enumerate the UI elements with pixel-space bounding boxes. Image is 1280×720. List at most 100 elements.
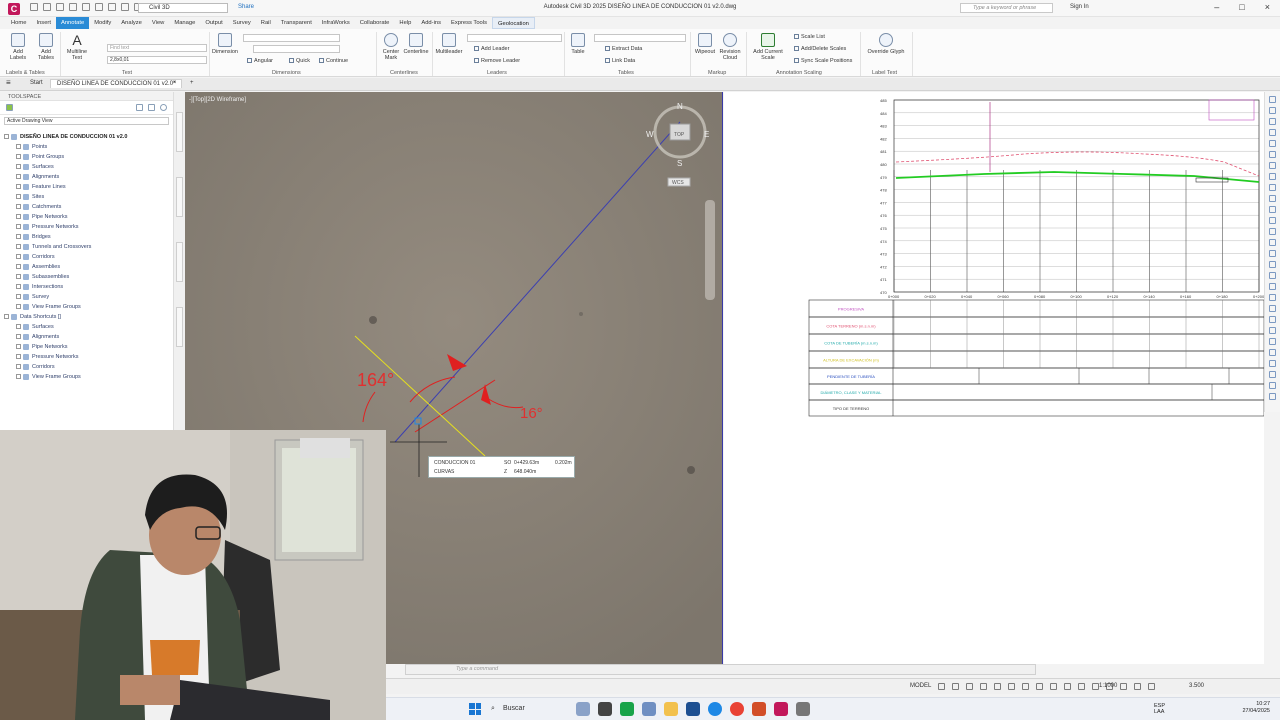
palette-tool-icon[interactable] xyxy=(1269,118,1276,125)
angular-button[interactable]: Angular xyxy=(247,58,273,64)
palette-tool-icon[interactable] xyxy=(1269,393,1276,400)
close-icon[interactable]: × xyxy=(1265,2,1270,12)
palette-tool-icon[interactable] xyxy=(1269,151,1276,158)
tab-transparent[interactable]: Transparent xyxy=(276,17,317,29)
file-explorer-icon[interactable] xyxy=(664,702,678,716)
media-icon[interactable] xyxy=(620,702,634,716)
expand-toggle-icon[interactable] xyxy=(16,364,21,370)
palette-tool-icon[interactable] xyxy=(1269,195,1276,202)
save-as-icon[interactable] xyxy=(69,3,77,11)
expand-toggle-icon[interactable] xyxy=(16,204,21,210)
command-line-input[interactable]: Type a command xyxy=(405,664,1036,675)
model-space-button[interactable]: MODEL xyxy=(910,683,931,689)
tree-root-drawing[interactable]: DISEÑO LINEA DE CONDUCCION 01 v2.0 xyxy=(4,132,172,142)
dimension-button[interactable]: Dimension xyxy=(210,33,240,55)
toolspace-item-icon[interactable] xyxy=(6,104,13,111)
palette-tool-icon[interactable] xyxy=(1269,272,1276,279)
side-tab-prospector[interactable] xyxy=(176,112,183,152)
selection-cycling-icon[interactable] xyxy=(1050,683,1057,690)
tab-start[interactable]: Start xyxy=(30,80,43,86)
expand-toggle-icon[interactable] xyxy=(16,174,21,180)
palette-tool-icon[interactable] xyxy=(1269,360,1276,367)
app-icon[interactable] xyxy=(686,702,700,716)
sync-scale-positions-button[interactable]: Sync Scale Positions xyxy=(794,58,852,64)
tree-item[interactable]: Intersections xyxy=(4,282,172,292)
add-labels-button[interactable]: Add Labels xyxy=(6,33,30,61)
add-current-scale-button[interactable]: Add Current Scale xyxy=(750,33,786,61)
tree-item[interactable]: Survey xyxy=(4,292,172,302)
scale-list-button[interactable]: Scale List xyxy=(794,34,825,40)
grid-icon[interactable] xyxy=(938,683,945,690)
tab-insert[interactable]: Insert xyxy=(31,17,56,29)
tree-item[interactable]: Surfaces xyxy=(4,162,172,172)
expand-toggle-icon[interactable] xyxy=(16,194,21,200)
toolspace-view-select[interactable]: Active Drawing View xyxy=(4,117,169,125)
viewport-controls-label[interactable]: -][Top][2D Wireframe] xyxy=(189,97,246,103)
language-indicator[interactable]: ESP LAA xyxy=(1154,703,1165,715)
tree-item[interactable]: Pressure Networks xyxy=(4,352,172,362)
tab-rail[interactable]: Rail xyxy=(256,17,276,29)
maximize-icon[interactable]: □ xyxy=(1239,2,1244,12)
tree-item[interactable]: Corridors xyxy=(4,362,172,372)
help-search-input[interactable]: Type a keyword or phrase xyxy=(960,3,1053,13)
elevation-value[interactable]: 3.500 xyxy=(1189,683,1204,689)
dim-layer-combo[interactable] xyxy=(253,45,340,53)
minimize-icon[interactable]: – xyxy=(1214,2,1219,12)
open-icon[interactable] xyxy=(43,3,51,11)
palette-tool-icon[interactable] xyxy=(1269,316,1276,323)
taskbar-search[interactable]: ⌕ Buscar xyxy=(489,702,569,716)
centerline-button[interactable]: Centerline xyxy=(402,33,430,55)
palette-tool-icon[interactable] xyxy=(1269,173,1276,180)
link-data-button[interactable]: Link Data xyxy=(605,58,635,64)
expand-toggle-icon[interactable] xyxy=(16,154,21,160)
mleader-style-combo[interactable] xyxy=(467,34,562,42)
tree-item[interactable]: Subassemblies xyxy=(4,272,172,282)
navigation-bar[interactable] xyxy=(705,200,715,300)
share-button[interactable]: Share xyxy=(238,4,254,10)
chrome-icon[interactable] xyxy=(730,702,744,716)
tab-collaborate[interactable]: Collaborate xyxy=(355,17,395,29)
tree-item[interactable]: Alignments xyxy=(4,332,172,342)
tab-manage[interactable]: Manage xyxy=(169,17,200,29)
save-icon[interactable] xyxy=(56,3,64,11)
expand-toggle-icon[interactable] xyxy=(16,254,21,260)
expand-toggle-icon[interactable] xyxy=(16,244,21,250)
multileader-button[interactable]: Multileader xyxy=(433,33,465,55)
toolspace-toggle-icon[interactable] xyxy=(136,104,143,111)
print-icon[interactable] xyxy=(95,3,103,11)
tree-item[interactable]: View Frame Groups xyxy=(4,372,172,382)
gizmo-icon[interactable] xyxy=(1064,683,1071,690)
civil3d-app-icon[interactable]: C xyxy=(8,3,20,15)
civil3d-taskbar-icon[interactable] xyxy=(774,702,788,716)
units-icon[interactable] xyxy=(1134,683,1141,690)
palette-tool-icon[interactable] xyxy=(1269,162,1276,169)
continue-dimension-button[interactable]: Continue xyxy=(319,58,348,64)
expand-toggle-icon[interactable] xyxy=(16,214,21,220)
override-glyph-button[interactable]: Override Glyph xyxy=(864,33,908,55)
tree-item[interactable]: Pipe Networks xyxy=(4,342,172,352)
palette-tool-icon[interactable] xyxy=(1269,107,1276,114)
web-mobile-icon[interactable] xyxy=(82,3,90,11)
palette-tool-icon[interactable] xyxy=(1269,206,1276,213)
table-button[interactable]: Table xyxy=(566,33,590,55)
app-gray-icon[interactable] xyxy=(796,702,810,716)
expand-toggle-icon[interactable] xyxy=(16,164,21,170)
tree-item[interactable]: Feature Lines xyxy=(4,182,172,192)
tab-help[interactable]: Help xyxy=(394,17,416,29)
quick-properties-icon[interactable] xyxy=(1148,683,1155,690)
palette-tool-icon[interactable] xyxy=(1269,228,1276,235)
tab-home[interactable]: Home xyxy=(6,17,31,29)
ortho-icon[interactable] xyxy=(966,683,973,690)
toolspace-settings-icon[interactable] xyxy=(148,104,155,111)
help-icon[interactable] xyxy=(160,104,167,111)
multiline-text-button[interactable]: A Multiline Text xyxy=(63,33,91,61)
new-tab-icon[interactable]: + xyxy=(190,80,194,86)
expand-toggle-icon[interactable] xyxy=(16,324,21,330)
side-tab-toolbox[interactable] xyxy=(176,307,183,347)
expand-toggle-icon[interactable] xyxy=(16,304,21,310)
palette-tool-icon[interactable] xyxy=(1269,239,1276,246)
tab-annotate[interactable]: Annotate xyxy=(55,17,90,29)
sign-in-button[interactable]: Sign In xyxy=(1070,4,1089,10)
palette-tool-icon[interactable] xyxy=(1269,338,1276,345)
tree-item[interactable]: Pressure Networks xyxy=(4,222,172,232)
